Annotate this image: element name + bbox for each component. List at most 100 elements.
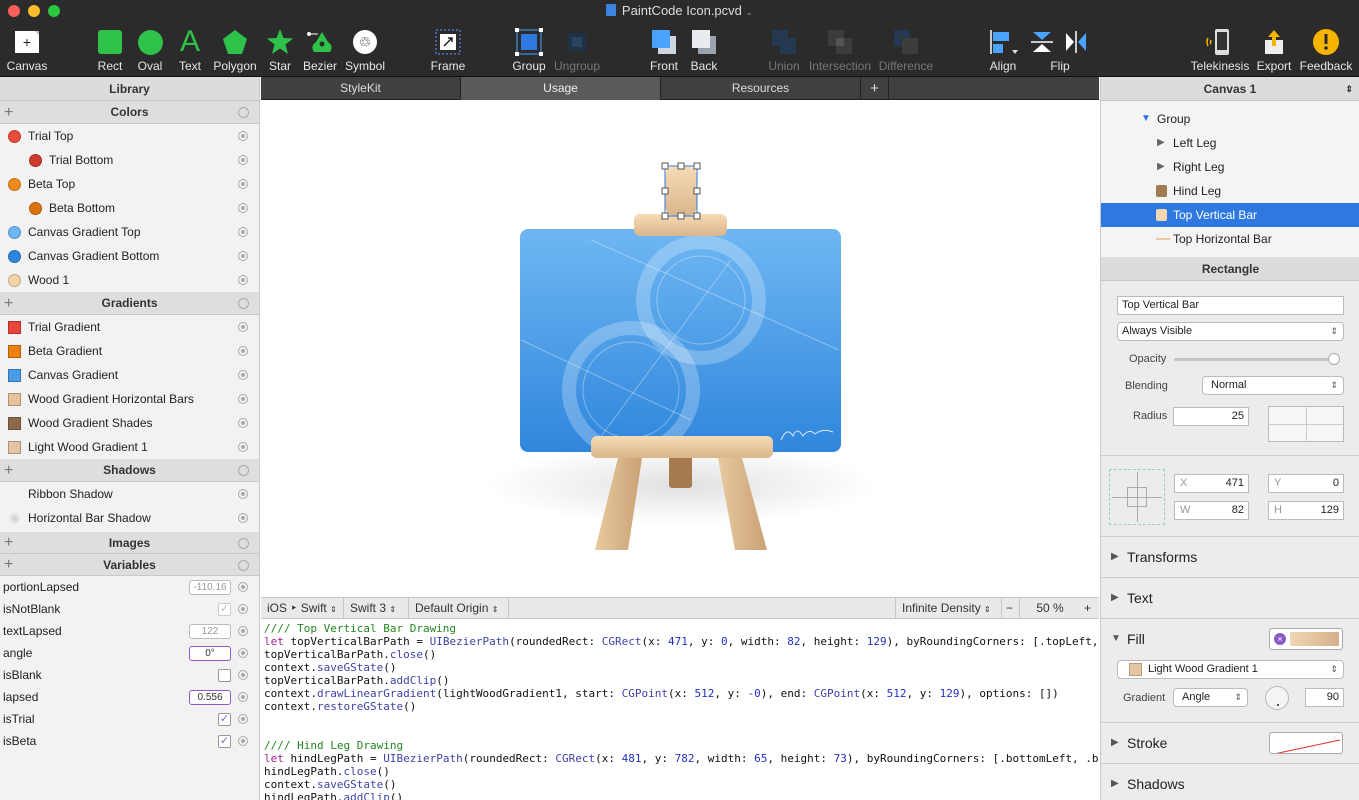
tab-stylekit[interactable]: StyleKit xyxy=(261,77,461,100)
gradient-item[interactable]: Wood Gradient Shades xyxy=(0,411,259,435)
height-field[interactable]: H 129 xyxy=(1268,501,1344,520)
generated-code-view[interactable]: //// Top Vertical Bar Drawing let topVert… xyxy=(261,619,1099,800)
visibility-radio-icon[interactable] xyxy=(238,670,248,680)
swift-version-select[interactable]: Swift 3 ⇕ xyxy=(344,598,409,619)
visibility-radio-icon[interactable] xyxy=(238,322,248,332)
opacity-slider[interactable] xyxy=(1174,353,1340,365)
visibility-radio-icon[interactable] xyxy=(238,626,248,636)
layer-item[interactable]: ▼ Group xyxy=(1101,107,1359,131)
ungroup-button[interactable]: Ungroup xyxy=(552,27,602,73)
visibility-radio-icon[interactable] xyxy=(238,155,248,165)
gradient-item[interactable]: Canvas Gradient xyxy=(0,363,259,387)
add-color-icon[interactable]: + xyxy=(4,101,13,124)
density-select[interactable]: Infinite Density ⇕ xyxy=(895,598,1002,619)
layer-item[interactable]: Top Vertical Bar xyxy=(1101,203,1359,227)
export-button[interactable]: Export xyxy=(1254,27,1294,73)
layer-item[interactable]: Top Horizontal Bar xyxy=(1101,227,1359,251)
visibility-radio-icon[interactable] xyxy=(238,179,248,189)
add-shadow-icon[interactable]: + xyxy=(4,459,13,482)
variable-checkbox[interactable]: ✓ xyxy=(218,713,231,726)
gradient-item[interactable]: Wood Gradient Horizontal Bars xyxy=(0,387,259,411)
visibility-radio-icon[interactable] xyxy=(238,513,248,523)
fill-gradient-select[interactable]: Light Wood Gradient 1 ⇕ xyxy=(1117,660,1344,679)
variables-toggle-icon[interactable] xyxy=(238,560,249,571)
visibility-radio-icon[interactable] xyxy=(238,489,248,499)
layer-item[interactable]: Hind Leg xyxy=(1101,179,1359,203)
visibility-radio-icon[interactable] xyxy=(238,442,248,452)
shadows-section[interactable]: ▶ Shadows xyxy=(1101,763,1359,800)
remove-variable-icon[interactable]: × xyxy=(1274,633,1286,645)
variable-value-field[interactable]: 0.556 xyxy=(189,690,231,705)
oval-button[interactable]: Oval xyxy=(131,27,169,73)
color-item[interactable]: Beta Top xyxy=(0,172,259,196)
variable-item[interactable]: isBlank xyxy=(0,664,259,686)
visibility-select[interactable]: Always Visible ⇕ xyxy=(1117,322,1344,341)
group-button[interactable]: Group xyxy=(508,27,550,73)
visibility-radio-icon[interactable] xyxy=(238,370,248,380)
symbol-button[interactable]: ♲ Symbol xyxy=(342,27,388,73)
variable-item[interactable]: portionLapsed -110.16 xyxy=(0,576,259,598)
variable-value-field[interactable]: 122 xyxy=(189,624,231,639)
radius-field[interactable]: 25 xyxy=(1173,407,1249,426)
color-item[interactable]: Canvas Gradient Top xyxy=(0,220,259,244)
colors-header[interactable]: + Colors xyxy=(0,101,259,124)
back-button[interactable]: Back xyxy=(686,27,722,73)
transforms-section[interactable]: ▶ Transforms xyxy=(1101,536,1359,577)
add-tab-button[interactable]: + xyxy=(861,77,889,100)
anchor-resizing-widget[interactable] xyxy=(1109,469,1165,525)
telekinesis-button[interactable]: Telekinesis xyxy=(1190,27,1250,73)
origin-select[interactable]: Default Origin ⇕ xyxy=(409,598,509,619)
color-item[interactable]: Beta Bottom xyxy=(0,196,259,220)
add-variable-icon[interactable]: + xyxy=(4,554,13,576)
color-item[interactable]: Canvas Gradient Bottom xyxy=(0,244,259,268)
visibility-radio-icon[interactable] xyxy=(238,275,248,285)
tab-usage[interactable]: Usage xyxy=(461,77,661,100)
text-section[interactable]: ▶ Text xyxy=(1101,577,1359,618)
gradient-item[interactable]: Light Wood Gradient 1 xyxy=(0,435,259,459)
stroke-color-well[interactable] xyxy=(1269,732,1343,754)
gradient-item[interactable]: Trial Gradient xyxy=(0,315,259,339)
layer-item[interactable]: ▶ Right Leg xyxy=(1101,155,1359,179)
drawing-canvas[interactable] xyxy=(261,100,1099,597)
visibility-radio-icon[interactable] xyxy=(238,714,248,724)
canvas-selector[interactable]: Canvas 1 ⇕ xyxy=(1101,77,1359,101)
variable-item[interactable]: isBeta ✓ xyxy=(0,730,259,752)
frame-button[interactable]: Frame xyxy=(426,27,470,73)
color-item[interactable]: Trial Bottom xyxy=(0,148,259,172)
shadow-item[interactable]: Horizontal Bar Shadow xyxy=(0,506,259,530)
gradients-header[interactable]: + Gradients xyxy=(0,292,259,315)
variable-item[interactable]: isNotBlank ✓ xyxy=(0,598,259,620)
gradients-toggle-icon[interactable] xyxy=(238,298,249,309)
variable-checkbox[interactable] xyxy=(218,669,231,682)
disclosure-open-icon[interactable]: ▼ xyxy=(1111,619,1121,659)
visibility-radio-icon[interactable] xyxy=(238,736,248,746)
stroke-section[interactable]: ▶ Stroke xyxy=(1101,722,1359,763)
layer-item[interactable]: ▶ Left Leg xyxy=(1101,131,1359,155)
visibility-radio-icon[interactable] xyxy=(238,251,248,261)
corner-radius-picker[interactable] xyxy=(1268,406,1344,442)
variables-header[interactable]: + Variables xyxy=(0,554,259,576)
shadow-item[interactable]: Ribbon Shadow xyxy=(0,482,259,506)
visibility-radio-icon[interactable] xyxy=(238,394,248,404)
shadows-toggle-icon[interactable] xyxy=(238,465,249,476)
color-item[interactable]: Trial Top xyxy=(0,124,259,148)
flip-button[interactable]: Flip xyxy=(1030,27,1090,73)
visibility-radio-icon[interactable] xyxy=(238,692,248,702)
visibility-radio-icon[interactable] xyxy=(238,203,248,213)
canvas-button[interactable]: + Canvas xyxy=(5,27,49,73)
add-gradient-icon[interactable]: + xyxy=(4,292,13,315)
angle-knob[interactable] xyxy=(1265,686,1289,710)
gradient-item[interactable]: Beta Gradient xyxy=(0,339,259,363)
blending-select[interactable]: Normal ⇕ xyxy=(1202,376,1344,395)
star-button[interactable]: Star xyxy=(262,27,298,73)
x-field[interactable]: X 471 xyxy=(1174,474,1249,493)
intersection-button[interactable]: Intersection xyxy=(806,27,874,73)
polygon-button[interactable]: Polygon xyxy=(210,27,260,73)
feedback-button[interactable]: Feedback xyxy=(1298,27,1354,73)
front-button[interactable]: Front xyxy=(644,27,684,73)
variable-checkbox[interactable]: ✓ xyxy=(218,735,231,748)
text-button[interactable]: A Text xyxy=(172,27,208,74)
add-image-icon[interactable]: + xyxy=(4,532,13,554)
gradient-angle-field[interactable]: 90 xyxy=(1305,688,1344,707)
variable-item[interactable]: textLapsed 122 xyxy=(0,620,259,642)
